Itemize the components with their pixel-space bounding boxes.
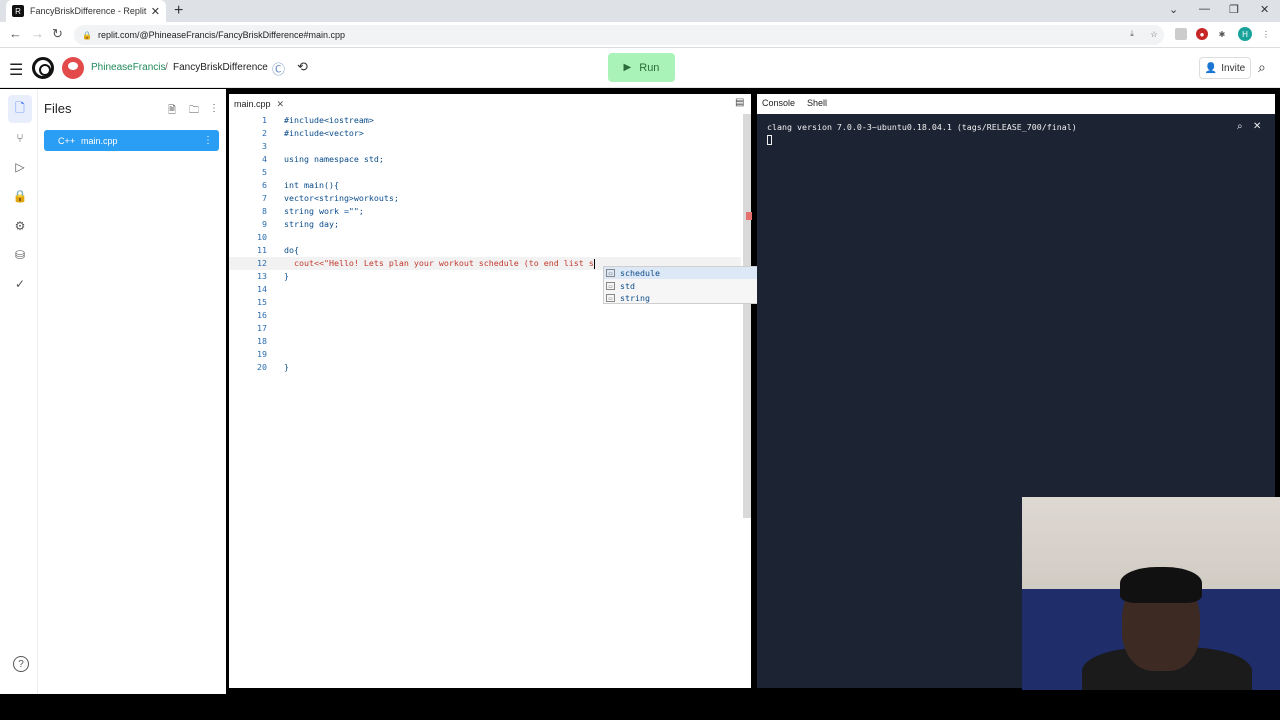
console-output-text: clang version 7.0.0-3~ubuntu0.18.04.1 (t…: [767, 122, 1077, 132]
editor-options-icon[interactable]: ▤: [735, 97, 744, 108]
breadcrumb-separator: /: [165, 62, 168, 73]
breadcrumb-repl-name[interactable]: FancyBriskDifference: [173, 62, 268, 73]
code-line: 18: [257, 336, 267, 346]
text-cursor: [593, 258, 595, 269]
files-menu-icon[interactable]: ⋮: [209, 103, 219, 114]
file-item-main-cpp[interactable]: C++ main.cpp ⋮: [44, 130, 219, 151]
debugger-icon[interactable]: ▷: [9, 156, 31, 178]
settings-gear-icon[interactable]: ⚙: [9, 215, 31, 237]
editor-tab-main-cpp[interactable]: main.cpp ✕: [229, 94, 287, 114]
browser-tab-title: FancyBriskDifference - Replit: [30, 6, 147, 16]
files-panel-title: Files: [44, 101, 72, 116]
replit-logo-icon[interactable]: [32, 57, 54, 79]
code-line: 2 #include<vector>: [262, 128, 364, 138]
code-line: 16: [257, 310, 267, 320]
files-panel: Files 🗎 🗀 ⋮ C++ main.cpp ⋮: [38, 89, 226, 694]
secrets-lock-icon[interactable]: 🔒: [9, 185, 31, 207]
url-text: replit.com/@PhineaseFrancis/FancyBriskDi…: [97, 30, 346, 40]
tab-console[interactable]: Console: [762, 98, 795, 108]
close-tab-icon[interactable]: ✕: [151, 5, 160, 18]
database-icon[interactable]: ⛁: [9, 244, 31, 266]
back-icon[interactable]: ←: [9, 26, 22, 41]
keyword-icon: ▭: [606, 269, 615, 277]
bottom-letterbox: [0, 694, 1280, 720]
tool-rail: 🗋 ⑂ ▷ 🔒 ⚙ ⛁ ✓ ?: [0, 89, 38, 694]
close-window-icon[interactable]: ✕: [1260, 3, 1269, 16]
extension-icon[interactable]: [1175, 28, 1187, 40]
workspace-header: ☰ PhineaseFrancis / FancyBriskDifference…: [0, 48, 1280, 88]
console-cursor: [767, 135, 772, 145]
bookmark-star-icon[interactable]: ☆: [1148, 28, 1160, 40]
browser-tab-strip: R FancyBriskDifference - Replit ✕ + ⌄ — …: [0, 0, 1280, 22]
run-button-label: Run: [639, 61, 660, 74]
code-line: 7 vector<string>workouts;: [262, 193, 399, 203]
code-line: 19: [257, 349, 267, 359]
replit-favicon-icon: R: [12, 5, 24, 17]
adblock-extension-icon[interactable]: ●: [1196, 28, 1208, 40]
browser-tab[interactable]: R FancyBriskDifference - Replit ✕: [6, 0, 166, 22]
scrollbar-error-marker: [746, 212, 752, 220]
code-line: 6 int main(){: [262, 180, 339, 190]
editor-tab-bar: main.cpp ✕ ▤: [229, 94, 751, 114]
code-line: 8 string work ="";: [262, 206, 364, 216]
extensions-puzzle-icon[interactable]: ✱: [1216, 28, 1228, 40]
file-name: main.cpp: [81, 135, 118, 146]
keyword-icon: ▭: [606, 282, 615, 290]
tab-shell[interactable]: Shell: [807, 98, 827, 108]
console-clear-icon[interactable]: ✕: [1253, 121, 1261, 132]
code-editor[interactable]: 1 #include<iostream> 2 #include<vector> 3 …: [229, 114, 751, 688]
history-icon[interactable]: ⟲: [297, 59, 308, 75]
forward-icon[interactable]: →: [31, 26, 44, 41]
code-line: 3: [262, 141, 267, 151]
lock-icon: 🔒: [82, 30, 92, 40]
files-tool-icon[interactable]: 🗋: [8, 95, 32, 123]
console-search-icon[interactable]: ⌕: [1237, 121, 1243, 132]
invite-button-label: Invite: [1221, 62, 1246, 74]
search-icon[interactable]: ⌕: [1258, 59, 1266, 76]
code-line: 9 string day;: [262, 219, 339, 229]
invite-button[interactable]: 👤 Invite: [1199, 57, 1251, 79]
reload-icon[interactable]: ↻: [52, 26, 63, 42]
add-person-icon: 👤: [1204, 62, 1218, 74]
hamburger-menu-icon[interactable]: ☰: [9, 60, 23, 80]
restore-icon[interactable]: ❐: [1229, 3, 1239, 16]
code-line: 5: [262, 167, 267, 177]
help-icon[interactable]: ?: [13, 656, 29, 672]
code-line: 11 do{: [257, 245, 299, 255]
code-line: 1 #include<iostream>: [262, 115, 374, 125]
editor-tab-label: main.cpp: [234, 99, 271, 109]
file-menu-icon[interactable]: ⋮: [203, 135, 213, 146]
breadcrumb-username[interactable]: PhineaseFrancis: [91, 62, 165, 73]
url-field[interactable]: 🔒 replit.com/@PhineaseFrancis/FancyBrisk…: [74, 25, 1164, 45]
editor-scrollbar[interactable]: [743, 114, 751, 518]
tab-search-icon[interactable]: ⌄: [1169, 3, 1178, 16]
download-icon[interactable]: ⤓: [1126, 28, 1138, 40]
keyword-icon: ▭: [606, 294, 615, 302]
webcam-overlay: [1022, 497, 1280, 690]
code-line: 10: [257, 232, 267, 242]
close-editor-tab-icon[interactable]: ✕: [277, 99, 285, 110]
language-c-icon: Ⓒ: [272, 62, 286, 77]
cpp-file-icon: C++: [58, 135, 76, 146]
console-tab-bar: Console Shell: [757, 94, 1275, 114]
code-line: 20}: [257, 362, 289, 372]
new-file-icon[interactable]: 🗎: [168, 103, 176, 120]
play-icon: ▶: [623, 62, 632, 73]
new-folder-icon[interactable]: 🗀: [189, 103, 199, 120]
version-control-icon[interactable]: ⑂: [9, 127, 31, 149]
user-avatar[interactable]: [62, 57, 84, 79]
code-line: 4 using namespace std;: [262, 154, 384, 164]
browser-menu-icon[interactable]: ⋮: [1260, 28, 1272, 40]
profile-avatar-icon[interactable]: H: [1238, 27, 1252, 41]
new-tab-icon[interactable]: +: [174, 2, 183, 20]
run-button[interactable]: ▶ Run: [608, 53, 675, 82]
unit-tests-check-icon[interactable]: ✓: [9, 273, 31, 295]
address-bar-row: ← → ↻ 🔒 replit.com/@PhineaseFrancis/Fanc…: [0, 22, 1280, 48]
minimize-icon[interactable]: —: [1199, 3, 1210, 15]
code-line: 17: [257, 323, 267, 333]
